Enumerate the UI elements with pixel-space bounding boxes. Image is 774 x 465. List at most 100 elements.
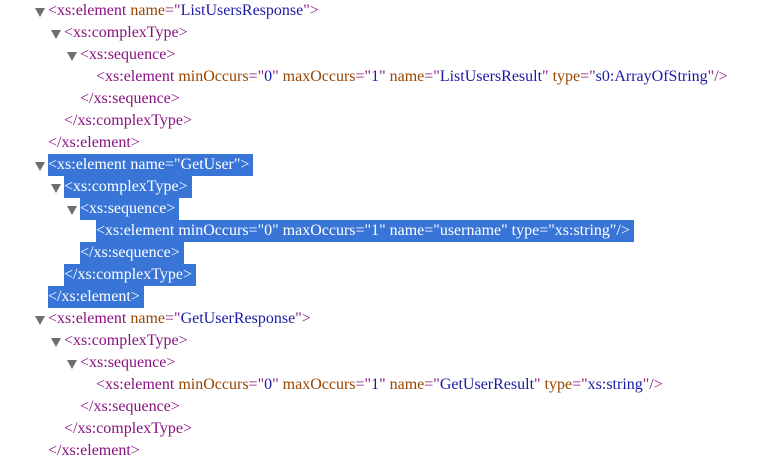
attribute-quote: "	[379, 376, 386, 393]
attribute-name: name	[130, 2, 165, 19]
xml-node-markup: </xs:sequence>	[80, 396, 184, 418]
xml-node-markup: <xs:sequence>	[80, 198, 180, 220]
tag-close-bracket: >	[170, 244, 180, 261]
attribute-equals: ="	[355, 68, 372, 85]
tag-open-bracket: </	[48, 288, 62, 305]
attribute-name: minOccurs	[178, 68, 249, 85]
xml-node-line[interactable]: <xs:element minOccurs="0" maxOccurs="1" …	[0, 66, 774, 88]
tag-name: xs:element	[105, 68, 175, 85]
attribute-name: name	[389, 376, 425, 393]
tag-name: xs:complexType	[73, 332, 179, 349]
tag-open-bracket: </	[64, 266, 78, 283]
xml-node-line[interactable]: </xs:sequence>	[0, 88, 774, 110]
attribute-equals: ="	[165, 310, 181, 327]
attribute-value: ListUsersResponse	[180, 2, 304, 19]
attribute-value: 1	[371, 222, 380, 239]
xml-node-markup: </xs:sequence>	[80, 88, 184, 110]
tag-name: xs:element	[57, 156, 127, 173]
xml-node-markup: </xs:complexType>	[64, 110, 196, 132]
xml-node-line[interactable]: <xs:element name="GetUserResponse">	[0, 308, 774, 330]
xml-node-markup: <xs:element minOccurs="0" maxOccurs="1" …	[96, 66, 732, 88]
tag-open-bracket: <	[64, 24, 74, 41]
xml-node-markup: </xs:sequence>	[80, 242, 184, 264]
tag-name: xs:element	[105, 222, 175, 239]
xml-node-line[interactable]: <xs:complexType>	[0, 330, 774, 352]
attribute-name: name	[389, 68, 425, 85]
xml-node-line[interactable]: </xs:complexType>	[0, 264, 774, 286]
triangle-down-icon[interactable]	[35, 316, 45, 325]
triangle-down-icon[interactable]	[67, 206, 77, 215]
tag-close-bracket: >	[183, 420, 193, 437]
xml-node-line[interactable]: <xs:complexType>	[0, 22, 774, 44]
attribute-equals: ="	[424, 68, 440, 85]
attribute-value: 1	[371, 68, 380, 85]
tag-close-bracket: >	[166, 46, 176, 63]
xml-node-line[interactable]: <xs:element name="GetUser">	[0, 154, 774, 176]
tag-name: xs:element	[61, 134, 131, 151]
tag-name: xs:sequence	[93, 90, 171, 107]
xml-node-line[interactable]: <xs:element name="ListUsersResponse">	[0, 0, 774, 22]
tag-open-bracket: </	[64, 420, 78, 437]
attribute-value: 0	[264, 222, 273, 239]
tag-close-bracket: >	[178, 332, 188, 349]
triangle-down-icon[interactable]	[35, 8, 45, 17]
tag-open-bracket: </	[80, 398, 94, 415]
tag-open-bracket: <	[64, 178, 74, 195]
xml-node-markup: <xs:element name="GetUserResponse">	[48, 308, 315, 330]
xml-node-line[interactable]: </xs:sequence>	[0, 242, 774, 264]
xml-node-markup: <xs:element name="GetUser">	[48, 154, 254, 176]
xml-node-markup: </xs:element>	[48, 286, 144, 308]
attribute-name: maxOccurs	[282, 68, 356, 85]
attribute-value: GetUser	[180, 156, 234, 173]
attribute-quote: "	[534, 376, 541, 393]
tag-name: xs:sequence	[93, 244, 171, 261]
xml-node-line[interactable]: <xs:sequence>	[0, 44, 774, 66]
triangle-down-icon[interactable]	[51, 338, 61, 347]
tag-close-bracket: >	[166, 200, 176, 217]
xml-node-line[interactable]: </xs:element>	[0, 132, 774, 154]
xml-node-line[interactable]: </xs:complexType>	[0, 110, 774, 132]
xml-node-markup: </xs:element>	[48, 440, 144, 462]
xml-node-line[interactable]: <xs:sequence>	[0, 352, 774, 374]
triangle-down-icon[interactable]	[35, 162, 45, 171]
triangle-down-icon[interactable]	[67, 360, 77, 369]
tag-open-bracket: <	[64, 332, 74, 349]
attribute-quote: "	[272, 376, 279, 393]
attribute-value: GetUserResponse	[180, 310, 296, 327]
xml-node-line[interactable]: </xs:complexType>	[0, 418, 774, 440]
attribute-value: username	[439, 222, 502, 239]
tag-name: xs:complexType	[73, 178, 179, 195]
xml-node-line[interactable]: <xs:element minOccurs="0" maxOccurs="1" …	[0, 374, 774, 396]
xml-node-line[interactable]: </xs:sequence>	[0, 396, 774, 418]
tag-open-bracket: </	[48, 134, 62, 151]
triangle-down-icon[interactable]	[51, 30, 61, 39]
xml-node-line[interactable]: <xs:complexType>	[0, 176, 774, 198]
tag-name: xs:element	[61, 288, 131, 305]
attribute-value: xs:string	[587, 376, 643, 393]
attribute-value: 0	[264, 376, 273, 393]
xml-node-line[interactable]: <xs:element minOccurs="0" maxOccurs="1" …	[0, 220, 774, 242]
tag-name: xs:element	[57, 310, 127, 327]
tag-close-bracket: >	[130, 134, 140, 151]
attribute-name: name	[130, 310, 165, 327]
attribute-name: name	[389, 222, 425, 239]
attribute-value: GetUserResult	[439, 376, 535, 393]
tag-open-bracket: <	[80, 200, 90, 217]
attribute-value: xs:string	[554, 222, 610, 239]
xml-node-line[interactable]: </xs:element>	[0, 286, 774, 308]
attribute-name: maxOccurs	[282, 376, 356, 393]
xml-node-line[interactable]: </xs:element>	[0, 440, 774, 462]
tag-close-bracket: >	[166, 354, 176, 371]
triangle-down-icon[interactable]	[67, 52, 77, 61]
tag-close-bracket: >	[130, 288, 140, 305]
tag-name: xs:sequence	[89, 46, 167, 63]
tag-open-bracket: <	[96, 376, 106, 393]
xml-node-markup: <xs:complexType>	[64, 22, 192, 44]
attribute-value: s0:ArrayOfString	[595, 68, 708, 85]
xml-node-line[interactable]: <xs:sequence>	[0, 198, 774, 220]
attribute-name: type	[511, 222, 540, 239]
triangle-down-icon[interactable]	[51, 184, 61, 193]
attribute-quote: "	[379, 222, 386, 239]
xml-node-markup: <xs:element minOccurs="0" maxOccurs="1" …	[96, 374, 667, 396]
attribute-equals: ="	[248, 222, 265, 239]
